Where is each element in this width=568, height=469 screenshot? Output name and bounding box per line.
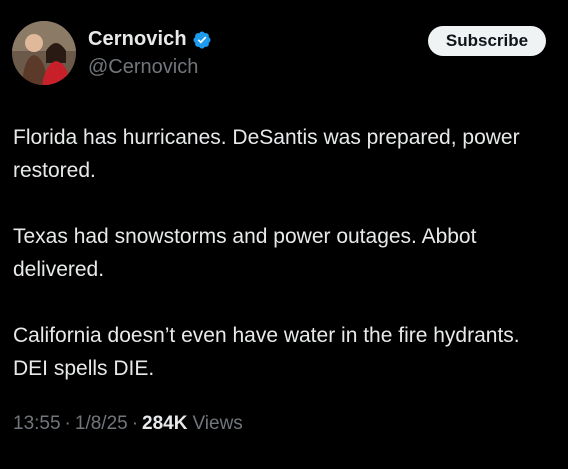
separator-dot: · xyxy=(64,413,71,434)
author-name-row[interactable]: Cernovich xyxy=(88,28,212,51)
avatar[interactable] xyxy=(12,21,76,85)
tweet-paragraph: Texas had snowstorms and power outages. … xyxy=(13,225,477,281)
tweet-paragraph: Florida has hurricanes. DeSantis was pre… xyxy=(13,126,520,182)
tweet-date[interactable]: 1/8/25 xyxy=(75,413,128,435)
tweet-meta: 13:55 · 1/8/25 · 284K Views xyxy=(13,413,243,435)
views-count[interactable]: 284K xyxy=(142,413,187,435)
avatar-photo xyxy=(12,21,76,85)
author-display-name[interactable]: Cernovich xyxy=(88,28,187,51)
tweet-time[interactable]: 13:55 xyxy=(13,413,61,435)
separator-dot: · xyxy=(131,413,139,434)
views-label: Views xyxy=(192,413,243,434)
author-handle[interactable]: @Cernovich xyxy=(88,56,198,79)
tweet-paragraph: California doesn’t even have water in th… xyxy=(13,324,520,380)
verified-badge-icon xyxy=(192,30,212,50)
tweet-text: Florida has hurricanes. DeSantis was pre… xyxy=(13,121,558,385)
subscribe-button[interactable]: Subscribe xyxy=(428,26,546,56)
